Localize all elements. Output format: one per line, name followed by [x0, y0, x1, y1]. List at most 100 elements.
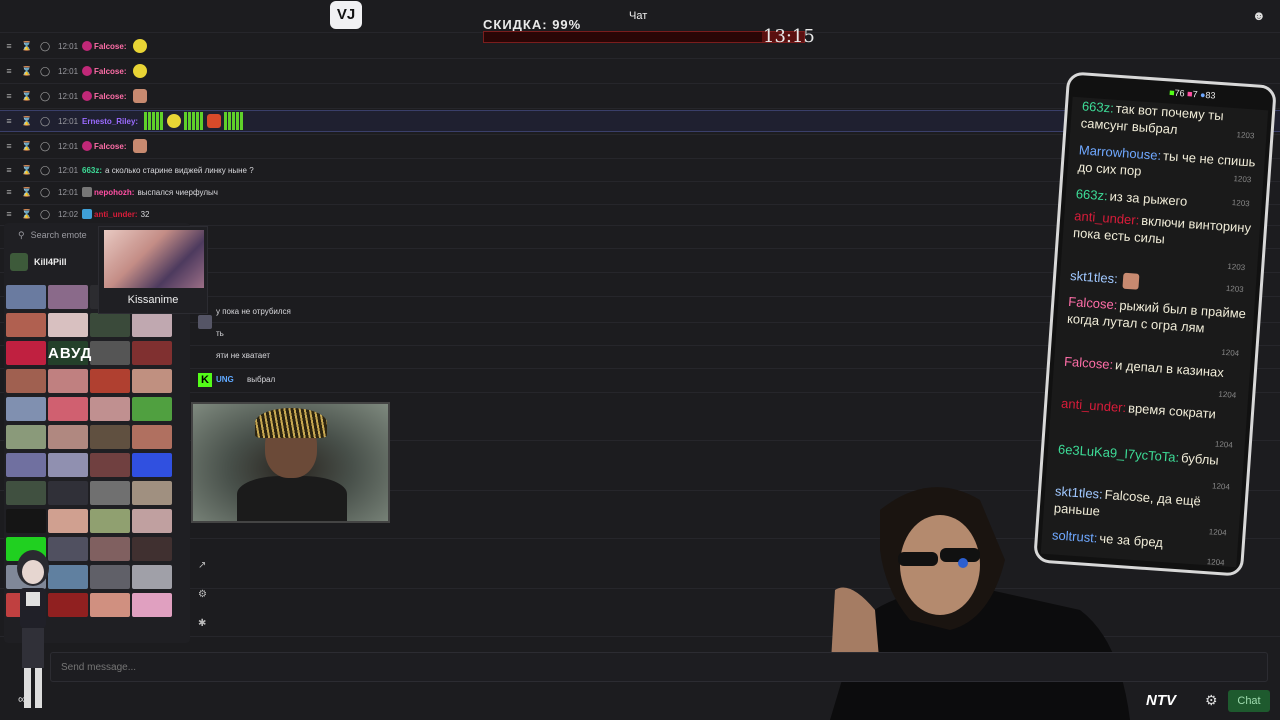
message-user[interactable]: Falcose:: [94, 42, 126, 51]
trash-icon[interactable]: ≡: [0, 187, 18, 197]
hourglass-icon[interactable]: ⌛: [18, 187, 36, 198]
emote-tile[interactable]: [132, 481, 172, 505]
badge-icon: [82, 91, 93, 101]
chat-message[interactable]: ≡ ⌛ ◯ 12:01 Falcose:: [0, 34, 147, 58]
emote-tile[interactable]: [6, 341, 46, 365]
emote-tile[interactable]: [132, 593, 172, 617]
emote-tile[interactable]: [132, 453, 172, 477]
emote-tile[interactable]: [90, 481, 130, 505]
emote-tile[interactable]: [90, 341, 130, 365]
emote-tile[interactable]: [6, 481, 46, 505]
emote-tile[interactable]: [48, 369, 88, 393]
trash-icon[interactable]: ≡: [0, 116, 18, 126]
emote-icon: [198, 315, 212, 329]
chat-message[interactable]: ≡ ⌛ ◯ 12:01 nepohozh: выспался чиерфулыч: [0, 180, 218, 204]
gear-icon[interactable]: ⚙: [198, 589, 214, 618]
message-text: а сколько старине виджей линку ныне ?: [105, 165, 254, 175]
message-user[interactable]: Falcose:: [94, 92, 126, 101]
picker-side-icons: ↗ ⚙ ✱: [198, 560, 214, 647]
message-user[interactable]: Falcose:: [94, 67, 126, 76]
chat-message[interactable]: ≡ ⌛ ◯ 12:01 Falcose:: [0, 84, 147, 108]
emote-tile[interactable]: [132, 425, 172, 449]
emote-tile[interactable]: [90, 397, 130, 421]
chat-message[interactable]: ≡ ⌛ ◯ 12:01 663z: а сколько старине виджей…: [0, 158, 254, 182]
avud-emote[interactable]: АВУД: [48, 343, 91, 365]
emote-tile[interactable]: [132, 369, 172, 393]
emote-tile[interactable]: [6, 313, 46, 337]
shield-icon[interactable]: ◯: [36, 41, 54, 52]
user-list-icon[interactable]: ☻: [1252, 8, 1268, 24]
emote-tile[interactable]: [132, 565, 172, 589]
gear-icon[interactable]: ⚙: [1205, 692, 1218, 709]
emote-tile[interactable]: [6, 425, 46, 449]
hourglass-icon[interactable]: ⌛: [18, 66, 36, 77]
trash-icon[interactable]: ≡: [0, 209, 18, 219]
emote-tile[interactable]: [48, 425, 88, 449]
hourglass-icon[interactable]: ⌛: [18, 116, 36, 127]
emote-tile[interactable]: [90, 537, 130, 561]
phone-message-time: 1204: [1218, 389, 1237, 400]
badge-icon: [82, 187, 93, 197]
emote-tile[interactable]: [90, 369, 130, 393]
emote-tile[interactable]: [48, 453, 88, 477]
message-input[interactable]: [51, 653, 1267, 681]
trash-icon[interactable]: ≡: [0, 141, 18, 151]
trash-icon[interactable]: ≡: [0, 41, 18, 51]
phone-message-time: 1204: [1214, 439, 1234, 450]
message-user[interactable]: 663z:: [82, 166, 102, 175]
hourglass-icon[interactable]: ⌛: [18, 91, 36, 102]
app-logo[interactable]: VJ: [330, 1, 362, 29]
emote-tile[interactable]: [6, 397, 46, 421]
shield-icon[interactable]: ◯: [36, 209, 54, 220]
emote-tile[interactable]: [90, 565, 130, 589]
emote-tile[interactable]: [132, 537, 172, 561]
emote-tile[interactable]: [48, 313, 88, 337]
hourglass-icon[interactable]: ⌛: [18, 141, 36, 152]
stream-overlay: { "header": { "logo": "VJ", "discount": …: [0, 0, 1280, 720]
shield-icon[interactable]: ◯: [36, 91, 54, 102]
emote-tile[interactable]: [132, 341, 172, 365]
emote-tile[interactable]: [90, 313, 130, 337]
shield-icon[interactable]: ◯: [36, 141, 54, 152]
emote-set-header[interactable]: Kill4Pill: [10, 253, 67, 271]
emote-tile[interactable]: [90, 509, 130, 533]
message-user[interactable]: Falcose:: [94, 142, 126, 151]
popout-icon[interactable]: ↗: [198, 560, 214, 589]
emote-tile[interactable]: [6, 369, 46, 393]
shield-icon[interactable]: ◯: [36, 187, 54, 198]
chat-message[interactable]: ≡ ⌛ ◯ 12:01 Falcose:: [0, 59, 147, 83]
chat-message[interactable]: ≡ ⌛ ◯ 12:01 Ernesto_Riley:: [0, 109, 245, 133]
message-time: 12:01: [58, 66, 79, 76]
emote-tile[interactable]: [6, 509, 46, 533]
emote-tile[interactable]: [6, 285, 46, 309]
hourglass-icon[interactable]: ⌛: [18, 165, 36, 176]
chat-message[interactable]: ≡ ⌛ ◯ 12:01 Falcose:: [0, 134, 147, 158]
chat-button[interactable]: Chat: [1228, 690, 1270, 712]
trash-icon[interactable]: ≡: [0, 165, 18, 175]
search-input[interactable]: Search emote: [31, 230, 87, 240]
emote-tile[interactable]: [90, 453, 130, 477]
emote-tile[interactable]: [132, 313, 172, 337]
emote-tile[interactable]: [90, 593, 130, 617]
hourglass-icon[interactable]: ⌛: [18, 209, 36, 220]
emote-tile[interactable]: [48, 285, 88, 309]
message-user[interactable]: nepohozh:: [94, 188, 134, 197]
shield-icon[interactable]: ◯: [36, 116, 54, 127]
emote-tile[interactable]: [6, 453, 46, 477]
emote-tile[interactable]: [90, 425, 130, 449]
shield-icon[interactable]: ◯: [36, 165, 54, 176]
emote-tile[interactable]: [48, 509, 88, 533]
message-user[interactable]: Ernesto_Riley:: [82, 117, 138, 126]
message-user[interactable]: anti_under:: [94, 210, 138, 219]
bug-icon[interactable]: ✱: [198, 618, 214, 647]
hourglass-icon[interactable]: ⌛: [18, 41, 36, 52]
emote-tile[interactable]: [132, 509, 172, 533]
trash-icon[interactable]: ≡: [0, 66, 18, 76]
infinity-icon[interactable]: ∞: [18, 692, 27, 706]
emote-tile[interactable]: [48, 397, 88, 421]
trash-icon[interactable]: ≡: [0, 91, 18, 101]
emote-tile[interactable]: [132, 397, 172, 421]
emote-tile[interactable]: [48, 481, 88, 505]
phone-message-time: 1203: [1225, 283, 1244, 295]
shield-icon[interactable]: ◯: [36, 66, 54, 77]
